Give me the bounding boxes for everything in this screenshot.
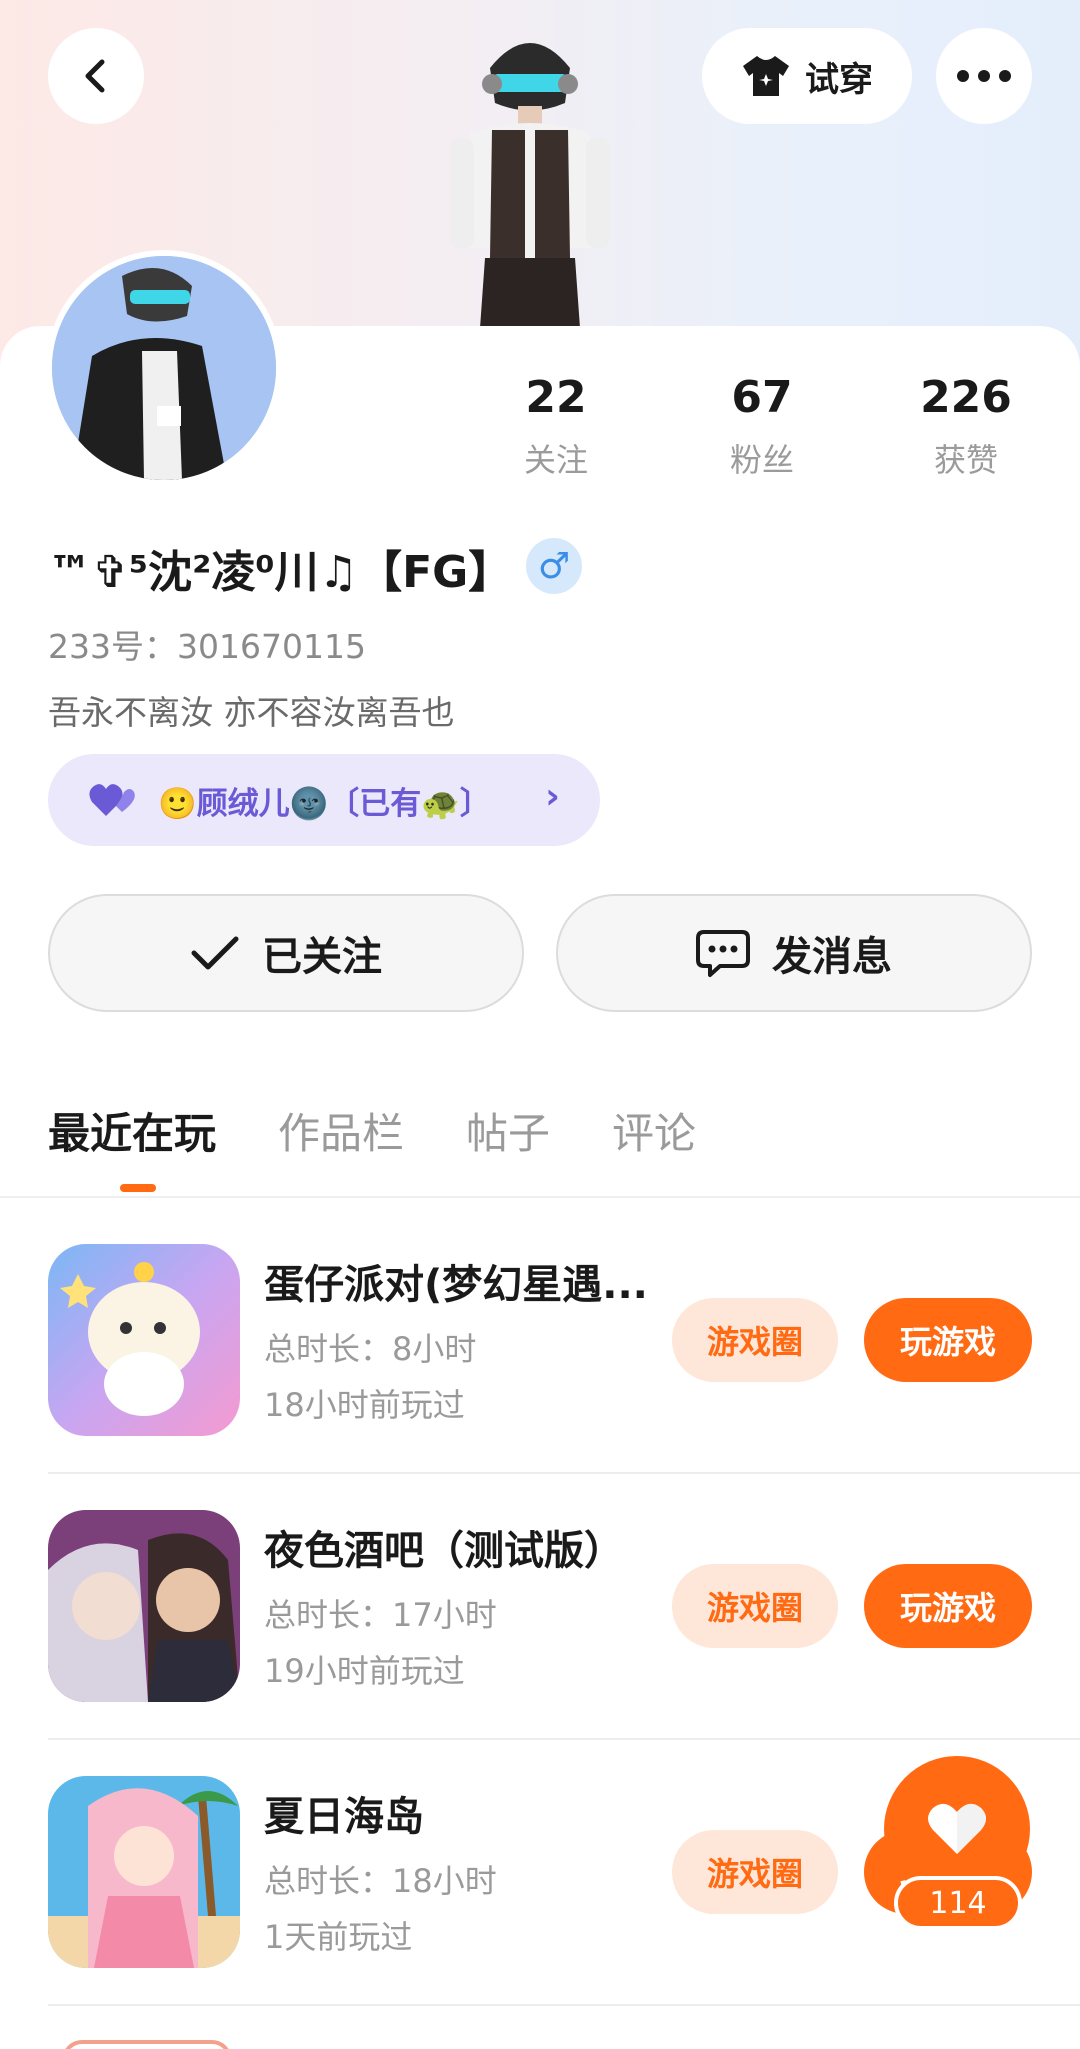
stat-following-value: 22 [525,372,587,423]
row-divider [48,1472,1080,1474]
game-circle-button[interactable]: 游戏圈 [672,1564,838,1648]
active-tab-indicator [120,1184,156,1192]
male-gender-icon: ♂ [526,538,582,594]
game-total-duration: 总时长：17小时 [264,1596,497,1634]
stat-fans[interactable]: 67 粉丝 [682,372,842,481]
play-game-button[interactable]: 玩游戏 [864,1298,1032,1382]
stat-fans-value: 67 [731,372,793,423]
cp-relation-label: 🙂顾绒儿🌚〔已有🐢〕 [158,785,491,822]
game-circle-button[interactable]: 游戏圈 [672,1830,838,1914]
game-row[interactable]: 夜色酒吧（测试版） 总时长：17小时 19小时前玩过 游戏圈 玩游戏 [0,1510,1080,1776]
like-count-badge: 114 [894,1876,1022,1930]
stat-following-label: 关注 [523,441,588,479]
chat-bubble-icon [696,930,750,977]
game-row[interactable]: 蛋仔派对(梦幻星遇... 总时长：8小时 18小时前玩过 游戏圈 玩游戏 [0,1244,1080,1510]
avatar-image [52,256,276,480]
game-name: 蛋仔派对(梦幻星遇... [264,1262,648,1308]
game-last-played: 1天前玩过 [264,1918,413,1956]
followed-button[interactable]: 已关注 [48,894,524,1012]
game-total-duration: 总时长：8小时 [264,1330,477,1368]
cp-relation-pill[interactable]: 🙂顾绒儿🌚〔已有🐢〕 › [48,754,600,846]
game-icon-night-bar [48,1510,240,1702]
checkmark-icon [191,936,239,970]
game-icon-summer-island [48,1776,240,1968]
next-game-icon-peek [62,2040,232,2049]
tab-recently-played[interactable]: 最近在玩 [48,1100,216,1161]
play-game-button[interactable]: 玩游戏 [864,1564,1032,1648]
chevron-left-icon [85,59,105,93]
stat-likes-label: 获赞 [933,441,998,479]
game-name: 夜色酒吧（测试版） [264,1528,624,1574]
game-last-played: 18小时前玩过 [264,1386,465,1424]
back-button[interactable] [48,28,144,124]
stat-likes[interactable]: 226 获赞 [886,372,1046,481]
game-last-played: 19小时前玩过 [264,1652,465,1690]
game-total-duration: 总时长：18小时 [264,1862,497,1900]
tabs-divider [0,1196,1080,1198]
tab-posts[interactable]: 帖子 [466,1100,550,1161]
profile-tabs: 最近在玩 作品栏 帖子 评论 [48,1100,696,1161]
try-on-button[interactable]: 试穿 [702,28,912,124]
stat-likes-value: 226 [920,372,1012,423]
followed-label: 已关注 [262,934,382,980]
game-name: 夏日海岛 [264,1794,424,1840]
stat-following[interactable]: 22 关注 [476,372,636,481]
tshirt-icon [743,56,789,96]
send-message-button[interactable]: 发消息 [556,894,1032,1012]
heart-icon [928,1803,986,1854]
avatar-3d-figure [450,43,610,328]
send-message-label: 发消息 [772,934,892,980]
tab-comments[interactable]: 评论 [612,1100,696,1161]
double-heart-icon [89,784,135,816]
more-dots-icon [957,70,1011,82]
user-id: 233号：301670115 [48,627,366,666]
tab-works[interactable]: 作品栏 [278,1100,404,1161]
user-avatar[interactable] [46,250,282,486]
user-nickname: ™✞⁵沈²凌⁰川♫【FG】 [48,547,513,598]
stat-fans-label: 粉丝 [729,441,794,479]
game-icon-eggy-party [48,1244,240,1436]
try-on-label: 试穿 [805,59,873,100]
more-options-button[interactable] [936,28,1032,124]
user-bio: 吾永不离汝 亦不容汝离吾也 [48,693,455,732]
chevron-right-icon: › [545,776,560,817]
row-divider [48,2004,1080,2006]
row-divider [48,1738,1080,1740]
game-circle-button[interactable]: 游戏圈 [672,1298,838,1382]
